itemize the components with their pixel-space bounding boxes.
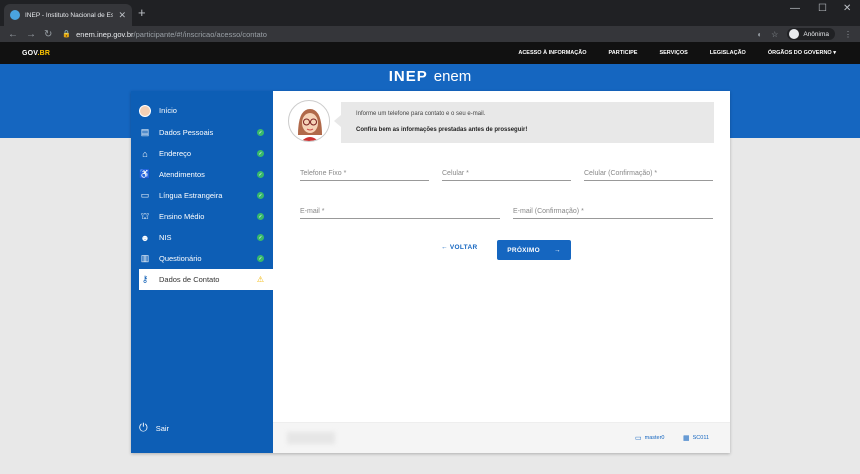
blurred-footer-text xyxy=(287,432,335,444)
check-icon: ✓ xyxy=(257,129,264,136)
warning-icon: ⚠ xyxy=(256,275,264,284)
address-bar: ← → ↻ 🔒 enem.inep.gov.br/participante/#!… xyxy=(0,26,860,42)
sidebar-item-ensino-medio[interactable]: ⛫ Ensino Médio ✓ xyxy=(139,206,273,227)
check-icon: ✓ xyxy=(257,192,264,199)
maximize-icon[interactable]: ☐ xyxy=(818,3,827,14)
sidebar-item-dados-pessoais[interactable]: ▤ Dados Pessoais ✓ xyxy=(139,122,273,143)
back-button[interactable]: ← VOLTAR xyxy=(441,244,477,251)
gov-link-acesso[interactable]: ACESSO À INFORMAÇÃO xyxy=(518,50,586,56)
language-icon: ▭ xyxy=(140,190,150,200)
gov-link-legislacao[interactable]: LEGISLAÇÃO xyxy=(710,50,746,56)
browser-tab[interactable]: INEP - Instituto Nacional de Est... ✕ xyxy=(4,4,132,26)
speech-pointer xyxy=(334,115,341,127)
logout-button[interactable]: ⏻ Sair xyxy=(139,422,169,435)
email-field[interactable]: E-mail * xyxy=(300,201,500,219)
email-confirm-field[interactable]: E-mail (Confirmação) * xyxy=(513,201,713,219)
main-panel: Informe um telefone para contato e o seu… xyxy=(273,91,730,453)
mascot-avatar xyxy=(288,100,330,142)
menu-icon[interactable]: ⋮ xyxy=(844,30,852,39)
avatar-icon xyxy=(139,104,151,117)
url-field[interactable]: enem.inep.gov.br/participante/#!/inscric… xyxy=(76,30,267,39)
monitor-icon: ▭ xyxy=(635,435,642,442)
close-tab-icon[interactable]: ✕ xyxy=(118,10,126,21)
card-footer: ▭ master0 ▦ SC011 xyxy=(273,422,730,453)
brand-logo: INEP enem xyxy=(388,68,472,85)
key-icon: ⚷ xyxy=(141,274,149,284)
mobile-confirm-field[interactable]: Celular (Confirmação) * xyxy=(584,163,713,181)
tab-title: INEP - Instituto Nacional de Est... xyxy=(25,11,114,19)
people-icon: ☻ xyxy=(140,232,150,243)
phone-field[interactable]: Telefone Fixo * xyxy=(300,163,429,181)
forward-icon[interactable]: → xyxy=(26,29,36,40)
info-text: Informe um telefone para contato e o seu… xyxy=(356,111,486,117)
check-icon: ✓ xyxy=(257,171,264,178)
favicon-icon xyxy=(10,10,20,20)
reload-icon[interactable]: ↻ xyxy=(44,29,52,40)
sidebar-item-endereco[interactable]: ⌂ Endereço ✓ xyxy=(139,143,273,164)
sidebar-item-dados-contato[interactable]: ⚷ Dados de Contato ⚠ xyxy=(139,269,273,290)
sidebar-item-lingua[interactable]: ▭ Língua Estrangeira ✓ xyxy=(139,185,273,206)
info-message: Informe um telefone para contato e o seu… xyxy=(341,102,714,143)
profile-button[interactable]: Anônima xyxy=(787,28,835,40)
sidebar-item-questionario[interactable]: ▥ Questionário ✓ xyxy=(139,248,273,269)
back-icon[interactable]: ← xyxy=(8,29,18,40)
check-icon: ✓ xyxy=(257,255,264,262)
calendar-icon: ▦ xyxy=(683,435,690,442)
gov-link-participe[interactable]: PARTICIPE xyxy=(609,50,638,56)
accessibility-icon: ♿ xyxy=(139,169,151,179)
gov-link-servicos[interactable]: SERVIÇOS xyxy=(659,50,687,56)
version-info: ▦ SC011 xyxy=(683,435,710,442)
extensions-icon[interactable]: ◐ xyxy=(757,30,762,39)
new-tab-button[interactable]: + xyxy=(138,5,146,20)
server-info: ▭ master0 xyxy=(635,435,665,442)
id-card-icon: ▤ xyxy=(140,127,150,137)
check-icon: ✓ xyxy=(257,213,264,220)
minimize-icon[interactable]: — xyxy=(790,3,800,14)
sidebar-item-atendimentos[interactable]: ♿ Atendimentos ✓ xyxy=(139,164,273,185)
check-icon: ✓ xyxy=(257,234,264,241)
power-icon: ⏻ xyxy=(139,422,148,434)
home-icon: ⌂ xyxy=(142,148,148,159)
check-icon: ✓ xyxy=(257,150,264,157)
star-icon[interactable]: ☆ xyxy=(771,30,778,39)
mobile-field[interactable]: Celular * xyxy=(442,163,571,181)
gov-link-orgaos[interactable]: ÓRGÃOS DO GOVERNO ▾ xyxy=(768,50,836,56)
gov-bar: GOV.BR ACESSO À INFORMAÇÃO PARTICIPE SER… xyxy=(0,42,860,64)
clipboard-icon: ▥ xyxy=(140,253,150,263)
incognito-icon xyxy=(789,29,800,39)
sidebar-item-inicio[interactable]: Início xyxy=(139,100,273,121)
browser-tab-strip: INEP - Instituto Nacional de Est... ✕ + … xyxy=(0,0,860,26)
info-warning-text: Confira bem as informações prestadas ant… xyxy=(356,127,528,133)
sidebar-item-nis[interactable]: ☻ NIS ✓ xyxy=(139,227,273,248)
school-icon: ⛫ xyxy=(140,210,150,221)
sidebar: Início ▤ Dados Pessoais ✓ ⌂ Endereço ✓ ♿… xyxy=(131,91,273,453)
next-button[interactable]: PRÓXIMO → xyxy=(497,240,571,260)
registration-card: Início ▤ Dados Pessoais ✓ ⌂ Endereço ✓ ♿… xyxy=(131,91,730,453)
gov-logo[interactable]: GOV.BR xyxy=(22,50,50,57)
lock-icon[interactable]: 🔒 xyxy=(62,30,71,38)
window-close-icon[interactable]: ✕ xyxy=(843,3,851,14)
arrow-right-icon: → xyxy=(554,246,561,254)
